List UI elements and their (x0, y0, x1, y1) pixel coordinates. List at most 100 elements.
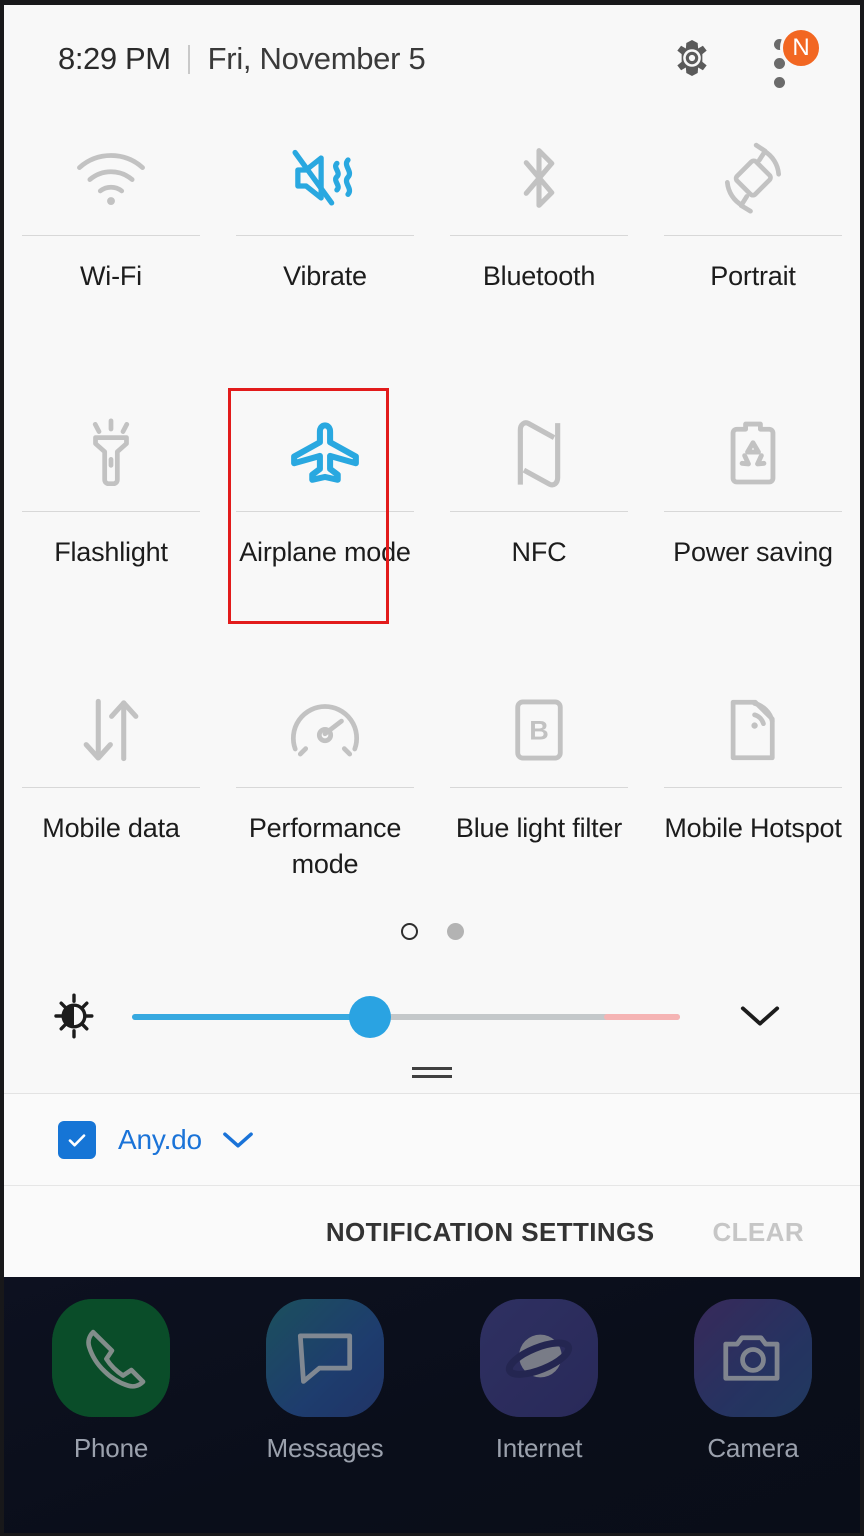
dock-app-label: Internet (495, 1433, 583, 1463)
planet-icon (480, 1299, 598, 1417)
panel-drag-handle[interactable] (4, 1067, 860, 1078)
tile-divider (450, 511, 628, 512)
tile-wifi[interactable]: Wi-Fi (4, 109, 218, 385)
data-arrows-icon (64, 683, 158, 777)
slider-knob[interactable] (349, 996, 391, 1038)
tile-label: Bluetooth (482, 261, 596, 291)
dock-app-camera[interactable]: Camera (663, 1299, 843, 1464)
clock-time: 8:29 PM (58, 41, 171, 76)
tile-divider (236, 511, 414, 512)
tile-mobile-hotspot[interactable]: Mobile Hotspot (646, 661, 860, 937)
brightness-slider[interactable] (132, 996, 680, 1038)
speech-bubble-icon (266, 1299, 384, 1417)
tile-label: Mobile data (42, 813, 180, 843)
tile-mobile-data[interactable]: Mobile data (4, 661, 218, 937)
tile-divider (236, 235, 414, 236)
tile-label: Power saving (673, 537, 833, 567)
phone-handset-icon (52, 1299, 170, 1417)
dock-app-label: Messages (266, 1433, 384, 1463)
tile-label: Flashlight (54, 537, 168, 567)
more-options-button[interactable]: N (759, 27, 822, 89)
tile-divider (22, 787, 200, 788)
dock-app-internet[interactable]: Internet (449, 1299, 629, 1464)
flashlight-icon (64, 407, 158, 501)
wifi-icon (64, 131, 158, 225)
tile-airplane-mode[interactable]: Airplane mode (218, 385, 432, 661)
quick-settings-tile-grid: Wi-Fi Vibrate Bluetooth Portrait Flashli… (4, 109, 860, 909)
chevron-down-icon (223, 1131, 253, 1148)
icon-dim-overlay (694, 1299, 812, 1417)
nfc-icon (492, 407, 586, 501)
tile-label: NFC (511, 537, 567, 567)
dock-app-messages[interactable]: Messages (235, 1299, 415, 1464)
notification-expand-button[interactable] (222, 1129, 254, 1151)
quick-settings-panel: 8:29 PM Fri, November 5 N Wi-Fi Vibrate … (4, 5, 860, 1093)
clock-date-group: 8:29 PM Fri, November 5 (58, 41, 426, 77)
tile-label: Performance mode (248, 813, 402, 879)
tile-divider (22, 511, 200, 512)
tile-vibrate[interactable]: Vibrate (218, 109, 432, 385)
tile-performance-mode[interactable]: Performance mode (218, 661, 432, 937)
tile-label: Blue light filter (455, 813, 623, 843)
tile-power-saving[interactable]: Power saving (646, 385, 860, 661)
svg-text:B: B (529, 715, 549, 745)
home-screen-dock: Phone Messages Internet Camera (4, 1277, 860, 1533)
phone-screen: 8:29 PM Fri, November 5 N Wi-Fi Vibrate … (0, 0, 864, 1536)
tile-divider (450, 787, 628, 788)
gauge-icon (278, 683, 372, 777)
battery-recycle-icon (706, 407, 800, 501)
status-date: Fri, November 5 (207, 41, 426, 76)
camera-icon (694, 1299, 812, 1417)
brightness-row (4, 983, 860, 1049)
page-indicator (4, 923, 860, 940)
bluetooth-icon (492, 131, 586, 225)
notification-actions: NOTIFICATION SETTINGS CLEAR (4, 1187, 860, 1277)
icon-dim-overlay (52, 1299, 170, 1417)
tile-nfc[interactable]: NFC (432, 385, 646, 661)
status-bar: 8:29 PM Fri, November 5 N (4, 5, 860, 107)
screen-rotation-icon (706, 131, 800, 225)
tile-flashlight[interactable]: Flashlight (4, 385, 218, 661)
tile-blue-light-filter[interactable]: B Blue light filter (432, 661, 646, 937)
clock-separator (187, 44, 190, 74)
checkbox-check-icon (58, 1120, 96, 1159)
tile-label: Airplane mode (239, 537, 411, 567)
brightness-icon (46, 988, 102, 1044)
settings-button[interactable] (667, 33, 717, 83)
chevron-down-icon (740, 1006, 780, 1026)
brightness-expand-button[interactable] (732, 988, 788, 1044)
notification-area: Any.do NOTIFICATION SETTINGS CLEAR (4, 1093, 860, 1277)
notification-item-anydo[interactable]: Any.do (4, 1094, 860, 1186)
drag-handle-line (412, 1075, 452, 1078)
tile-portrait[interactable]: Portrait (646, 109, 860, 385)
blue-light-filter-icon: B (492, 683, 586, 777)
slider-fill (132, 1014, 375, 1020)
page-dot-current[interactable] (400, 923, 418, 940)
notification-settings-button[interactable]: NOTIFICATION SETTINGS (326, 1217, 655, 1248)
tile-label: Mobile Hotspot (664, 813, 842, 843)
tile-divider (450, 235, 628, 236)
airplane-icon (278, 407, 372, 501)
dock-app-phone[interactable]: Phone (21, 1299, 201, 1464)
icon-dim-overlay (480, 1299, 598, 1417)
kebab-dot-icon (774, 77, 785, 88)
page-dot[interactable] (446, 923, 464, 940)
tile-label: Portrait (710, 261, 796, 291)
hotspot-icon (706, 683, 800, 777)
tile-divider (236, 787, 414, 788)
tile-divider (664, 235, 842, 236)
notification-badge: N (780, 27, 822, 69)
clear-notifications-button[interactable]: CLEAR (712, 1217, 804, 1248)
drag-handle-line (412, 1067, 452, 1070)
slider-track-warm-end (604, 1014, 680, 1020)
tile-bluetooth[interactable]: Bluetooth (432, 109, 646, 385)
dock-app-label: Camera (707, 1433, 799, 1463)
icon-dim-overlay (266, 1299, 384, 1417)
gear-icon (677, 40, 707, 76)
tile-divider (22, 235, 200, 236)
tile-divider (664, 511, 842, 512)
dock-app-label: Phone (73, 1433, 149, 1463)
tile-label: Vibrate (283, 261, 367, 291)
notification-app-name: Any.do (118, 1123, 202, 1155)
vibrate-icon (278, 131, 372, 225)
